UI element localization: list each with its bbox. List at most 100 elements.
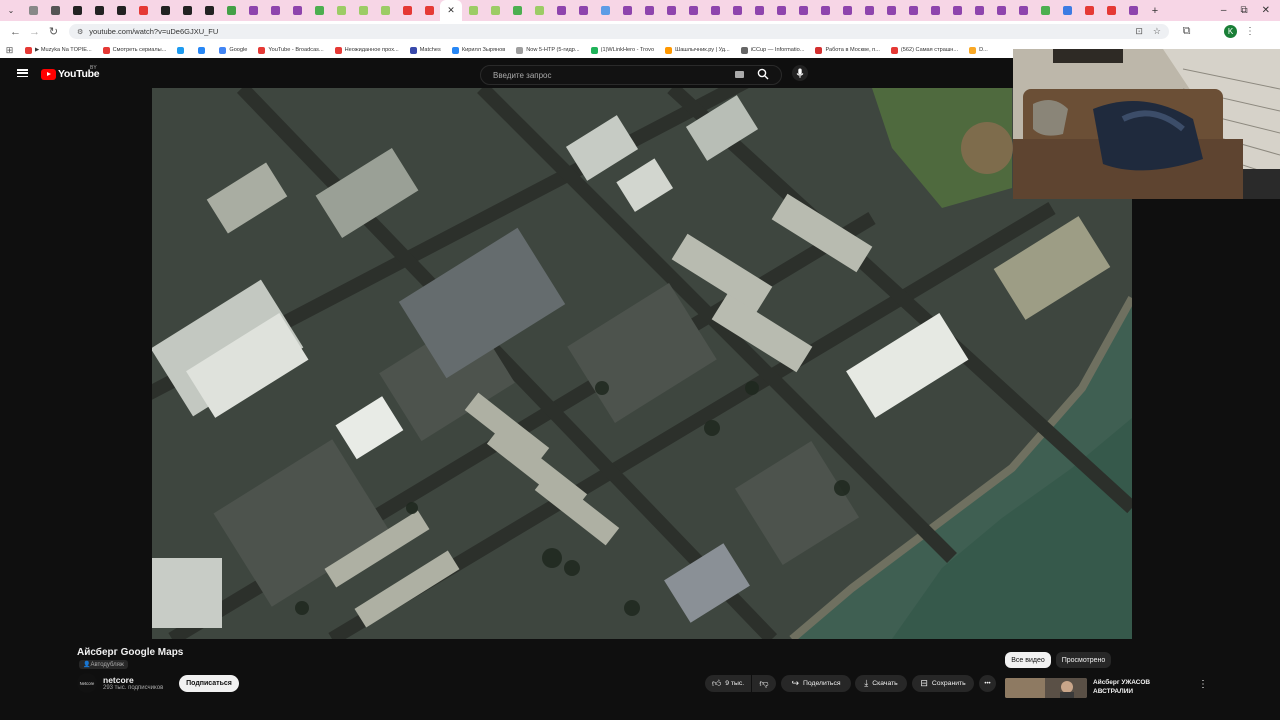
bookmark-item[interactable]: iCCup — Informatio... — [740, 46, 804, 54]
tab[interactable] — [220, 0, 242, 21]
browser-menu-icon[interactable]: ⋮ — [1245, 26, 1255, 37]
tab[interactable] — [880, 0, 902, 21]
tab[interactable] — [286, 0, 308, 21]
site-info-icon[interactable]: ⚙ — [77, 28, 83, 36]
tab[interactable] — [770, 0, 792, 21]
tab[interactable] — [594, 0, 616, 21]
tab[interactable] — [154, 0, 176, 21]
search-input[interactable] — [491, 69, 725, 81]
tab[interactable] — [330, 0, 352, 21]
minimize-button[interactable]: – — [1221, 5, 1227, 16]
reload-button[interactable]: ↻ — [44, 25, 63, 38]
tab[interactable] — [968, 0, 990, 21]
chip-viewed[interactable]: Просмотрено — [1056, 652, 1111, 668]
youtube-logo[interactable]: YouTube BY — [41, 65, 100, 80]
video-player[interactable] — [152, 88, 1132, 639]
tab[interactable] — [484, 0, 506, 21]
tab[interactable] — [660, 0, 682, 21]
recommendation-title[interactable]: Айсберг УЖАСОВ АВСТРАЛИИ — [1093, 678, 1173, 696]
tab[interactable] — [374, 0, 396, 21]
dislike-button[interactable]: 👎︎ — [752, 675, 776, 692]
tab[interactable] — [88, 0, 110, 21]
tab-active[interactable]: ✕ — [440, 0, 462, 21]
tab[interactable] — [506, 0, 528, 21]
restore-button[interactable]: ⧉ — [1240, 5, 1247, 16]
tab[interactable] — [44, 0, 66, 21]
address-bar[interactable]: ⚙ youtube.com/watch?v=uDe6GJXU_FU ⊡ ☆ — [69, 24, 1169, 39]
tab[interactable] — [110, 0, 132, 21]
apps-grid-icon[interactable]: ⊞ — [0, 45, 19, 56]
tab[interactable] — [1034, 0, 1056, 21]
bookmark-item[interactable]: Работа в Москве, п... — [815, 46, 880, 54]
bookmark-item[interactable]: Google — [219, 46, 247, 54]
tab[interactable] — [946, 0, 968, 21]
tab[interactable] — [66, 0, 88, 21]
search-button[interactable] — [757, 68, 769, 83]
back-button[interactable]: ← — [6, 26, 25, 38]
recommendation-thumbnail[interactable] — [1005, 678, 1087, 698]
tab[interactable] — [242, 0, 264, 21]
bookmark-item[interactable]: (1)WLinkHero - Trovo — [590, 46, 654, 54]
tab[interactable] — [836, 0, 858, 21]
tab[interactable] — [572, 0, 594, 21]
tab-search-button[interactable]: ⌄ — [0, 0, 22, 21]
tab[interactable] — [990, 0, 1012, 21]
bookmark-item[interactable] — [198, 46, 208, 54]
more-actions-button[interactable]: ••• — [979, 675, 996, 692]
forward-button[interactable]: → — [25, 26, 44, 38]
tab[interactable] — [1012, 0, 1034, 21]
tab[interactable] — [308, 0, 330, 21]
bookmark-item[interactable] — [177, 46, 187, 54]
tab[interactable] — [638, 0, 660, 21]
close-tab-icon[interactable]: ✕ — [447, 5, 455, 16]
bookmark-item[interactable]: (562) Самая страшн... — [890, 46, 958, 54]
tab[interactable] — [682, 0, 704, 21]
profile-avatar[interactable]: K — [1224, 25, 1237, 38]
tab[interactable] — [396, 0, 418, 21]
tab[interactable] — [198, 0, 220, 21]
close-window-button[interactable]: ✕ — [1262, 5, 1270, 16]
tab[interactable] — [1078, 0, 1100, 21]
tab[interactable] — [616, 0, 638, 21]
extensions-icon[interactable]: ⧉ — [1177, 25, 1196, 38]
guide-menu-icon[interactable] — [17, 69, 28, 77]
bookmark-star-icon[interactable]: ☆ — [1153, 26, 1161, 37]
recommendation-menu-icon[interactable]: ⋮ — [1198, 679, 1208, 690]
tab[interactable] — [352, 0, 374, 21]
tab[interactable] — [528, 0, 550, 21]
bookmark-item[interactable]: Неожиданное прох... — [334, 46, 399, 54]
share-button[interactable]: ↪ Поделиться — [781, 675, 851, 692]
channel-avatar[interactable]: Netcore — [77, 673, 97, 693]
tab[interactable] — [726, 0, 748, 21]
tab[interactable] — [418, 0, 440, 21]
new-tab-button[interactable]: + — [1144, 0, 1166, 21]
bookmark-item[interactable]: Matches — [409, 46, 441, 54]
tab[interactable] — [176, 0, 198, 21]
tab[interactable] — [1122, 0, 1144, 21]
keyboard-icon[interactable] — [735, 71, 744, 78]
bookmark-item[interactable]: Шашлычник.ру | Уд... — [665, 46, 730, 54]
tab[interactable] — [814, 0, 836, 21]
bookmark-item[interactable]: YouTube - Broadcas... — [258, 46, 324, 54]
bookmark-item[interactable]: ▶ Muzyka Na TOPIE... — [25, 46, 92, 54]
tab[interactable] — [792, 0, 814, 21]
like-button[interactable]: 👍︎ 9 тыс. — [705, 675, 751, 692]
tab[interactable] — [550, 0, 572, 21]
voice-search-button[interactable] — [792, 65, 808, 81]
install-app-icon[interactable]: ⊡ — [1135, 26, 1143, 37]
tab[interactable] — [924, 0, 946, 21]
chip-all-videos[interactable]: Все видео — [1005, 652, 1051, 668]
tab[interactable] — [264, 0, 286, 21]
subscribe-button[interactable]: Подписаться — [179, 675, 239, 692]
bookmark-item[interactable]: D... — [969, 46, 988, 54]
download-button[interactable]: ⤓ Скачать — [855, 675, 907, 692]
tab[interactable] — [1056, 0, 1078, 21]
tab[interactable] — [902, 0, 924, 21]
tab[interactable] — [462, 0, 484, 21]
tab[interactable] — [1100, 0, 1122, 21]
bookmark-item[interactable]: Смотреть сериалы... — [102, 46, 166, 54]
bookmark-item[interactable]: Now 5-HTP (5-гидр... — [516, 46, 580, 54]
channel-name[interactable]: netcore — [103, 675, 134, 685]
tab[interactable] — [22, 0, 44, 21]
tab[interactable] — [748, 0, 770, 21]
